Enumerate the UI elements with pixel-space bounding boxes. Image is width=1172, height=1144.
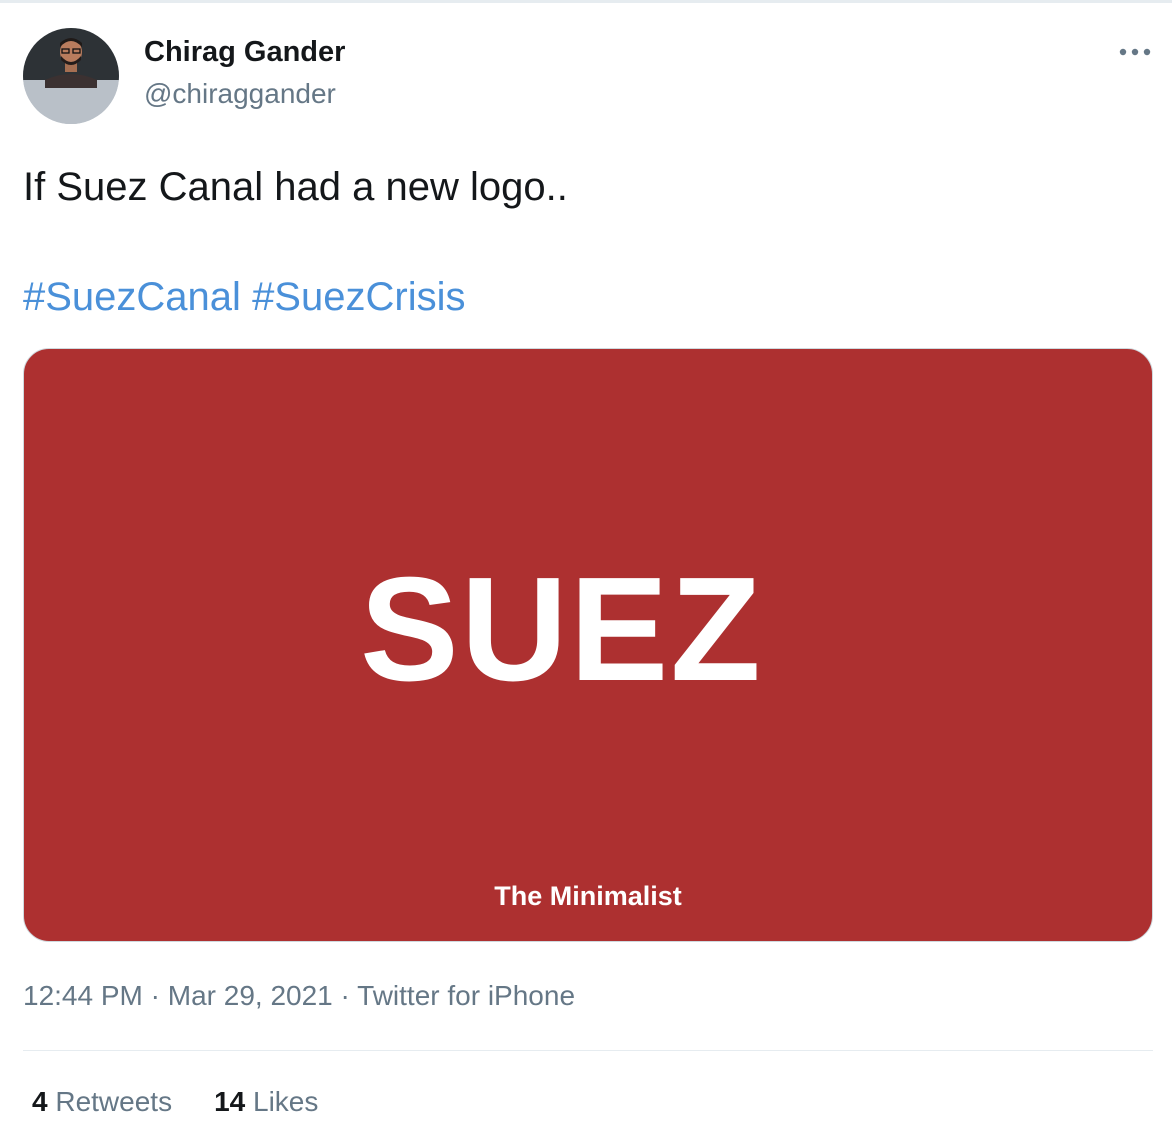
retweets-stat[interactable]: 4 Retweets (32, 1086, 172, 1118)
tweet-time[interactable]: 12:44 PM (23, 980, 143, 1011)
tweet-date[interactable]: Mar 29, 2021 (168, 980, 333, 1011)
tweet-stats: 4 Retweets 14 Likes (32, 1086, 318, 1118)
divider (23, 1050, 1153, 1051)
author-name[interactable]: Chirag Gander (144, 36, 345, 69)
more-icon[interactable] (1118, 42, 1152, 62)
hashtag-suezcanal[interactable]: #SuezCanal (23, 275, 241, 319)
retweets-count: 4 (32, 1086, 48, 1117)
likes-stat[interactable]: 14 Likes (214, 1086, 318, 1118)
retweets-label: Retweets (55, 1086, 173, 1117)
likes-count: 14 (214, 1086, 246, 1117)
meta-separator: · (340, 980, 350, 1011)
meta-separator: · (150, 980, 160, 1011)
hashtag-suezcrisis[interactable]: #SuezCrisis (252, 275, 465, 319)
suez-logo: SUEZ (360, 547, 820, 712)
tweet-text: If Suez Canal had a new logo.. (23, 165, 568, 209)
likes-label: Likes (253, 1086, 319, 1117)
media-caption: The Minimalist (494, 881, 682, 911)
tweet-meta: 12:44 PM · Mar 29, 2021 · Twitter for iP… (23, 980, 575, 1012)
suez-logo-text: SUEZ (360, 547, 763, 712)
person-avatar-icon (23, 28, 119, 124)
top-border (0, 0, 1172, 3)
tweet-source[interactable]: Twitter for iPhone (357, 980, 575, 1011)
avatar[interactable] (23, 28, 119, 124)
tweet-hashtags: #SuezCanal #SuezCrisis (23, 274, 465, 320)
author-handle[interactable]: @chiraggander (144, 78, 336, 110)
tweet-media-image[interactable]: SUEZ The Minimalist (23, 348, 1153, 942)
